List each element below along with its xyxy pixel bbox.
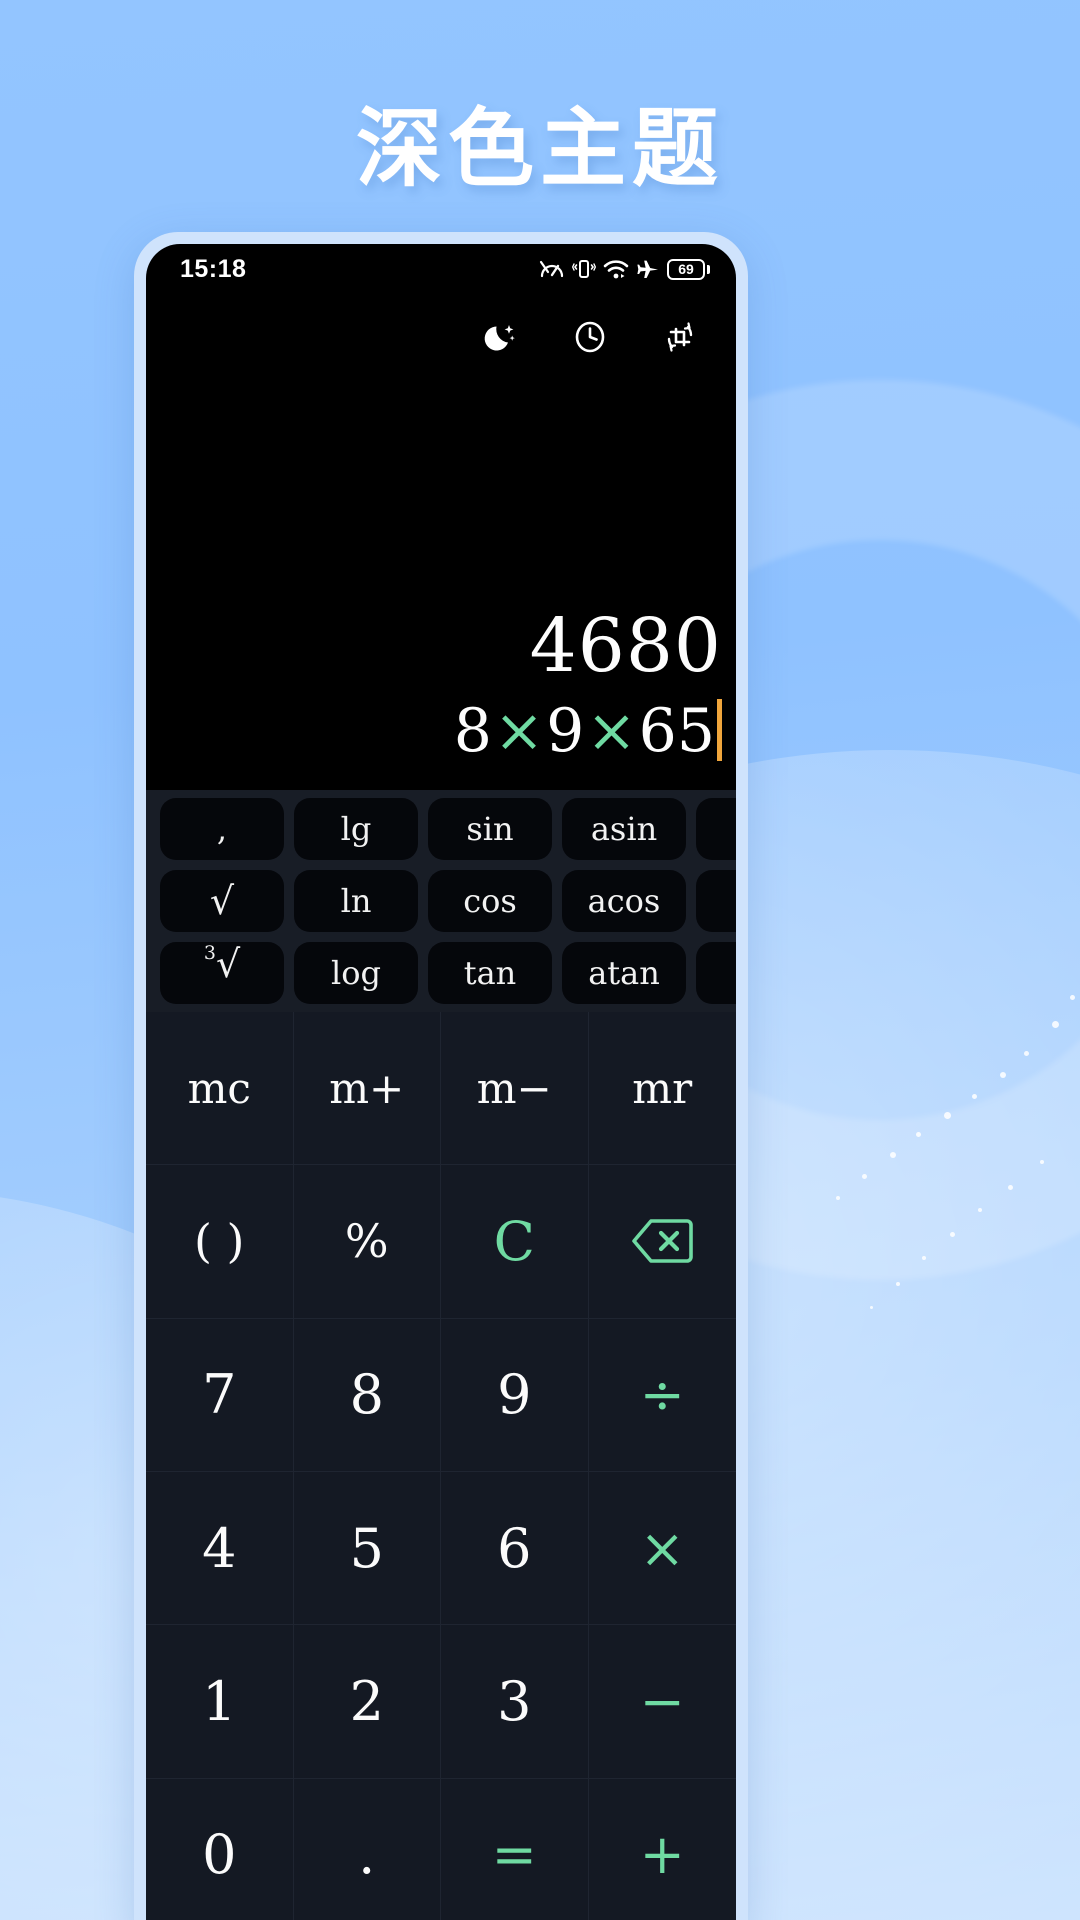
scientific-row: √ ln cos acos xyxy=(160,870,736,932)
sparkle-dot xyxy=(950,1232,955,1237)
text-cursor xyxy=(717,699,722,762)
key-digit-0[interactable]: 0 xyxy=(146,1778,294,1920)
sci-key-acos[interactable]: acos xyxy=(562,870,686,932)
sci-key-tan[interactable]: tan xyxy=(428,942,552,1004)
key-subtract[interactable]: − xyxy=(588,1625,736,1779)
key-backspace[interactable] xyxy=(588,1165,736,1319)
key-digit-1[interactable]: 1 xyxy=(146,1625,294,1779)
expression-number: 8 xyxy=(453,696,492,767)
expression-number: 65 xyxy=(638,696,715,767)
sci-key-ln[interactable]: ln xyxy=(294,870,418,932)
key-equals[interactable]: = xyxy=(441,1778,589,1920)
key-digit-9[interactable]: 9 xyxy=(441,1318,589,1472)
sparkle-dot xyxy=(862,1174,867,1179)
key-memory-recall[interactable]: mr xyxy=(588,1012,736,1166)
key-digit-2[interactable]: 2 xyxy=(293,1625,441,1779)
sci-key-log[interactable]: log xyxy=(294,942,418,1004)
sparkle-dot xyxy=(922,1256,926,1260)
key-memory-add[interactable]: m+ xyxy=(293,1012,441,1166)
sci-key-atan[interactable]: atan xyxy=(562,942,686,1004)
sci-key-cut-off-1[interactable] xyxy=(696,798,736,860)
scientific-row: 3 √ log tan atan xyxy=(160,942,736,1004)
key-divide[interactable]: ÷ xyxy=(588,1319,736,1472)
expression-operator: × xyxy=(493,696,545,767)
phone-frame: 15:18 69 4680 8 × 9 × 65 , lg sin asin √… xyxy=(134,232,748,1920)
display-expression: 8 × 9 × 65 xyxy=(454,689,722,764)
key-digit-3[interactable]: 3 xyxy=(441,1625,589,1779)
sci-key-sin[interactable]: sin xyxy=(428,798,552,860)
battery-level: 69 xyxy=(678,261,694,277)
vibrate-icon xyxy=(572,258,596,280)
status-icons: 69 xyxy=(539,258,710,280)
sparkle-dot xyxy=(1070,995,1075,1000)
app-toolbar xyxy=(146,294,736,380)
key-add[interactable]: + xyxy=(589,1779,737,1920)
key-parentheses[interactable]: ( ) xyxy=(146,1165,294,1319)
sparkle-dot xyxy=(870,1306,873,1309)
sparkle-dot xyxy=(944,1112,951,1119)
key-clear[interactable]: C xyxy=(441,1165,589,1319)
sparkle-dot xyxy=(1000,1072,1006,1078)
menu-icon[interactable] xyxy=(178,323,222,352)
sparkle-dot xyxy=(972,1094,977,1099)
sparkle-dot xyxy=(978,1208,982,1212)
page-title: 深色主题 xyxy=(356,99,724,199)
sparkle-dot xyxy=(1040,1160,1044,1164)
airplane-mode-icon xyxy=(636,258,660,280)
data-saver-icon xyxy=(539,258,565,280)
expression-number: 9 xyxy=(546,696,585,767)
history-icon[interactable] xyxy=(568,315,612,359)
sparkle-dot xyxy=(890,1152,896,1158)
dark-mode-icon[interactable] xyxy=(478,315,522,359)
key-memory-subtract[interactable]: m− xyxy=(441,1012,589,1166)
status-time: 15:18 xyxy=(180,254,247,283)
key-digit-6[interactable]: 6 xyxy=(441,1471,589,1626)
sparkle-dot xyxy=(1052,1021,1059,1028)
key-percent[interactable]: % xyxy=(293,1165,441,1319)
sci-key-cut-off-3[interactable] xyxy=(696,942,736,1004)
sparkle-dot xyxy=(1008,1185,1013,1190)
key-digit-7[interactable]: 7 xyxy=(146,1318,294,1472)
sci-key-sqrt[interactable]: √ xyxy=(160,870,284,932)
sparkle-dot xyxy=(916,1132,921,1137)
backspace-icon xyxy=(632,1219,694,1264)
phone-screen: 15:18 69 4680 8 × 9 × 65 , lg sin asin √… xyxy=(146,244,736,1920)
expression-operator: × xyxy=(586,696,637,767)
rotate-icon[interactable] xyxy=(658,315,702,359)
calculator-display[interactable]: 4680 8 × 9 × 65 xyxy=(146,380,736,790)
scientific-keypad[interactable]: , lg sin asin √ ln cos acos 3 √ log tan atan xyxy=(146,790,736,1012)
scientific-row: , lg sin asin xyxy=(160,798,736,860)
battery-icon: 69 xyxy=(667,258,710,280)
sci-key-asin[interactable]: asin xyxy=(562,798,686,860)
sci-key-comma[interactable]: , xyxy=(160,798,284,860)
status-bar: 15:18 69 xyxy=(146,244,736,294)
main-keypad: mc m+ m− mr ( )% C 7 8 9 ÷ 4 5 6 × 1 2 3− 0. = + xyxy=(146,1012,736,1920)
sci-key-lg[interactable]: lg xyxy=(294,798,418,860)
sci-key-cbrt[interactable]: 3 √ xyxy=(160,942,284,1004)
sci-key-cut-off-2[interactable] xyxy=(696,870,736,932)
key-multiply[interactable]: × xyxy=(588,1472,736,1626)
sci-key-cos[interactable]: cos xyxy=(428,870,552,932)
display-result: 4680 xyxy=(529,603,722,690)
key-decimal-point[interactable]: . xyxy=(294,1778,441,1920)
sparkle-dot xyxy=(1024,1051,1029,1056)
sparkle-dot xyxy=(896,1282,900,1286)
wifi-icon xyxy=(603,259,629,280)
key-memory-clear[interactable]: mc xyxy=(146,1012,294,1166)
key-digit-4[interactable]: 4 xyxy=(146,1471,294,1626)
sparkle-dot xyxy=(836,1196,840,1200)
key-digit-5[interactable]: 5 xyxy=(293,1471,441,1626)
key-digit-8[interactable]: 8 xyxy=(293,1318,441,1472)
